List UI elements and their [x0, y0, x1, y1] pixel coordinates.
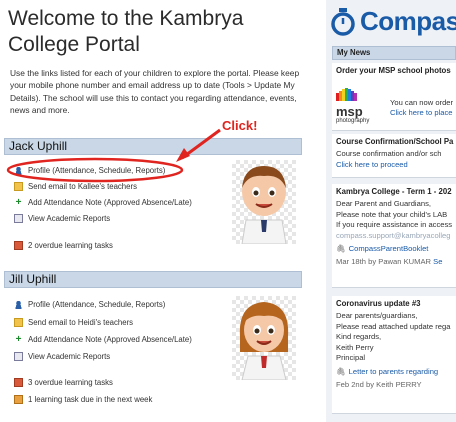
academic-reports-link-jill[interactable]: View Academic Reports	[14, 350, 110, 362]
news-meta: Mar 18th by Pawan KUMAR Se	[336, 257, 443, 267]
highlight-ellipse	[6, 157, 184, 183]
compass-logo: Compass	[330, 6, 456, 37]
profile-link-jill[interactable]: Profile (Attendance, Schedule, Reports)	[14, 298, 165, 310]
plus-icon: +	[15, 196, 22, 208]
news-item-course-confirmation[interactable]: Course Confirmation/School Pa Course con…	[332, 134, 456, 178]
news-line: Dear Parent and Guardians,	[336, 199, 431, 208]
compass-brand: Compass	[360, 6, 456, 36]
learning-tasks-link-jill[interactable]: 3 overdue learning tasks	[14, 376, 113, 388]
news-title: Coronavirus update #3	[336, 299, 421, 308]
plus-icon: +	[15, 333, 22, 345]
news-line: Kind regards,	[336, 332, 382, 342]
msp-logo: msp photography	[336, 85, 392, 125]
academic-reports-link-jack[interactable]: View Academic Reports	[14, 212, 110, 224]
envelope-icon	[14, 317, 23, 327]
page-title: Welcome to the Kambrya College Portal	[8, 7, 244, 56]
task-label: 3 overdue learning tasks	[28, 377, 113, 387]
news-item-coronavirus[interactable]: Coronavirus update #3 Dear parents/guard…	[332, 296, 456, 414]
news-line: compass.support@kambryacolleg	[336, 230, 451, 240]
student-header-jill: Jill Uphill	[4, 271, 302, 288]
news-line: You can now order	[390, 98, 454, 107]
arrow-icon	[176, 128, 221, 162]
news-line: Please read attached update rega	[336, 321, 451, 331]
intro-text: Use the links listed for each of your ch…	[10, 68, 300, 116]
attendance-link-label: Add Attendance Note (Approved Absence/La…	[28, 197, 192, 207]
upcoming-tasks-link-jill[interactable]: 1 learning task due in the next week	[14, 393, 152, 405]
attachment-link[interactable]: 🖇 Letter to parents regarding	[332, 364, 456, 376]
news-item-term1[interactable]: Kambrya College - Term 1 - 202 Dear Pare…	[332, 184, 456, 288]
news-line: Please note that your child's LAB	[336, 209, 448, 219]
attachment-link[interactable]: 🖇 CompassParentBooklet	[332, 241, 456, 253]
news-title: Course Confirmation/School Pa	[336, 137, 454, 146]
news-title: Kambrya College - Term 1 - 202	[336, 187, 452, 196]
profile-link-label: Profile (Attendance, Schedule, Reports)	[28, 299, 166, 309]
news-title: Order your MSP school photos	[336, 66, 451, 75]
academic-link-label: View Academic Reports	[28, 213, 111, 223]
msp-logo-subtext: photography	[336, 118, 370, 124]
news-link[interactable]: Click here to place	[390, 108, 452, 117]
news-item-msp[interactable]: Order your MSP school photos msp photogr…	[332, 63, 456, 131]
attendance-link-label: Add Attendance Note (Approved Absence/La…	[28, 334, 192, 344]
my-news-header: My News	[332, 46, 456, 60]
news-line: Dear parents/guardians,	[336, 311, 418, 320]
compass-panel: Compass My News Order your MSP school ph…	[326, 0, 456, 422]
news-line: If you require assistance in access	[336, 220, 453, 230]
task-label: 1 learning task due in the next week	[28, 394, 153, 404]
paperclip-icon: 🖇	[336, 244, 346, 254]
attendance-note-link-jack[interactable]: + Add Attendance Note (Approved Absence/…	[14, 196, 192, 208]
report-icon	[14, 213, 23, 223]
email-teachers-link-jill[interactable]: Send email to Heidi's teachers	[14, 316, 133, 328]
learning-tasks-link-jack[interactable]: 2 overdue learning tasks	[14, 239, 113, 251]
task-icon	[14, 377, 23, 387]
rainbow-icon	[336, 88, 357, 101]
task-icon	[14, 394, 23, 404]
report-icon	[14, 351, 23, 361]
profile-icon	[14, 299, 23, 309]
news-link[interactable]: Click here to proceed	[332, 160, 456, 169]
avatar-boy	[232, 160, 296, 245]
attendance-note-link-jill[interactable]: + Add Attendance Note (Approved Absence/…	[14, 333, 192, 345]
student-header-jack: Jack Uphill	[4, 138, 302, 155]
news-meta: Feb 2nd by Keith PERRY	[336, 379, 422, 389]
paperclip-icon: 🖇	[336, 366, 346, 376]
task-icon	[14, 240, 23, 250]
avatar-girl	[232, 296, 296, 381]
news-line: Keith Perry	[336, 342, 374, 352]
news-line: Principal	[336, 353, 366, 363]
email-link-label: Send email to Heidi's teachers	[28, 317, 134, 327]
welcome-panel: Welcome to the Kambrya College Portal Us…	[0, 0, 306, 422]
news-line: Course confirmation and/or sch	[336, 149, 442, 158]
academic-link-label: View Academic Reports	[28, 351, 111, 361]
compass-icon	[331, 7, 355, 36]
task-label: 2 overdue learning tasks	[28, 240, 113, 250]
msp-logo-text: msp	[336, 104, 363, 119]
click-annotation: Click!	[222, 118, 258, 133]
